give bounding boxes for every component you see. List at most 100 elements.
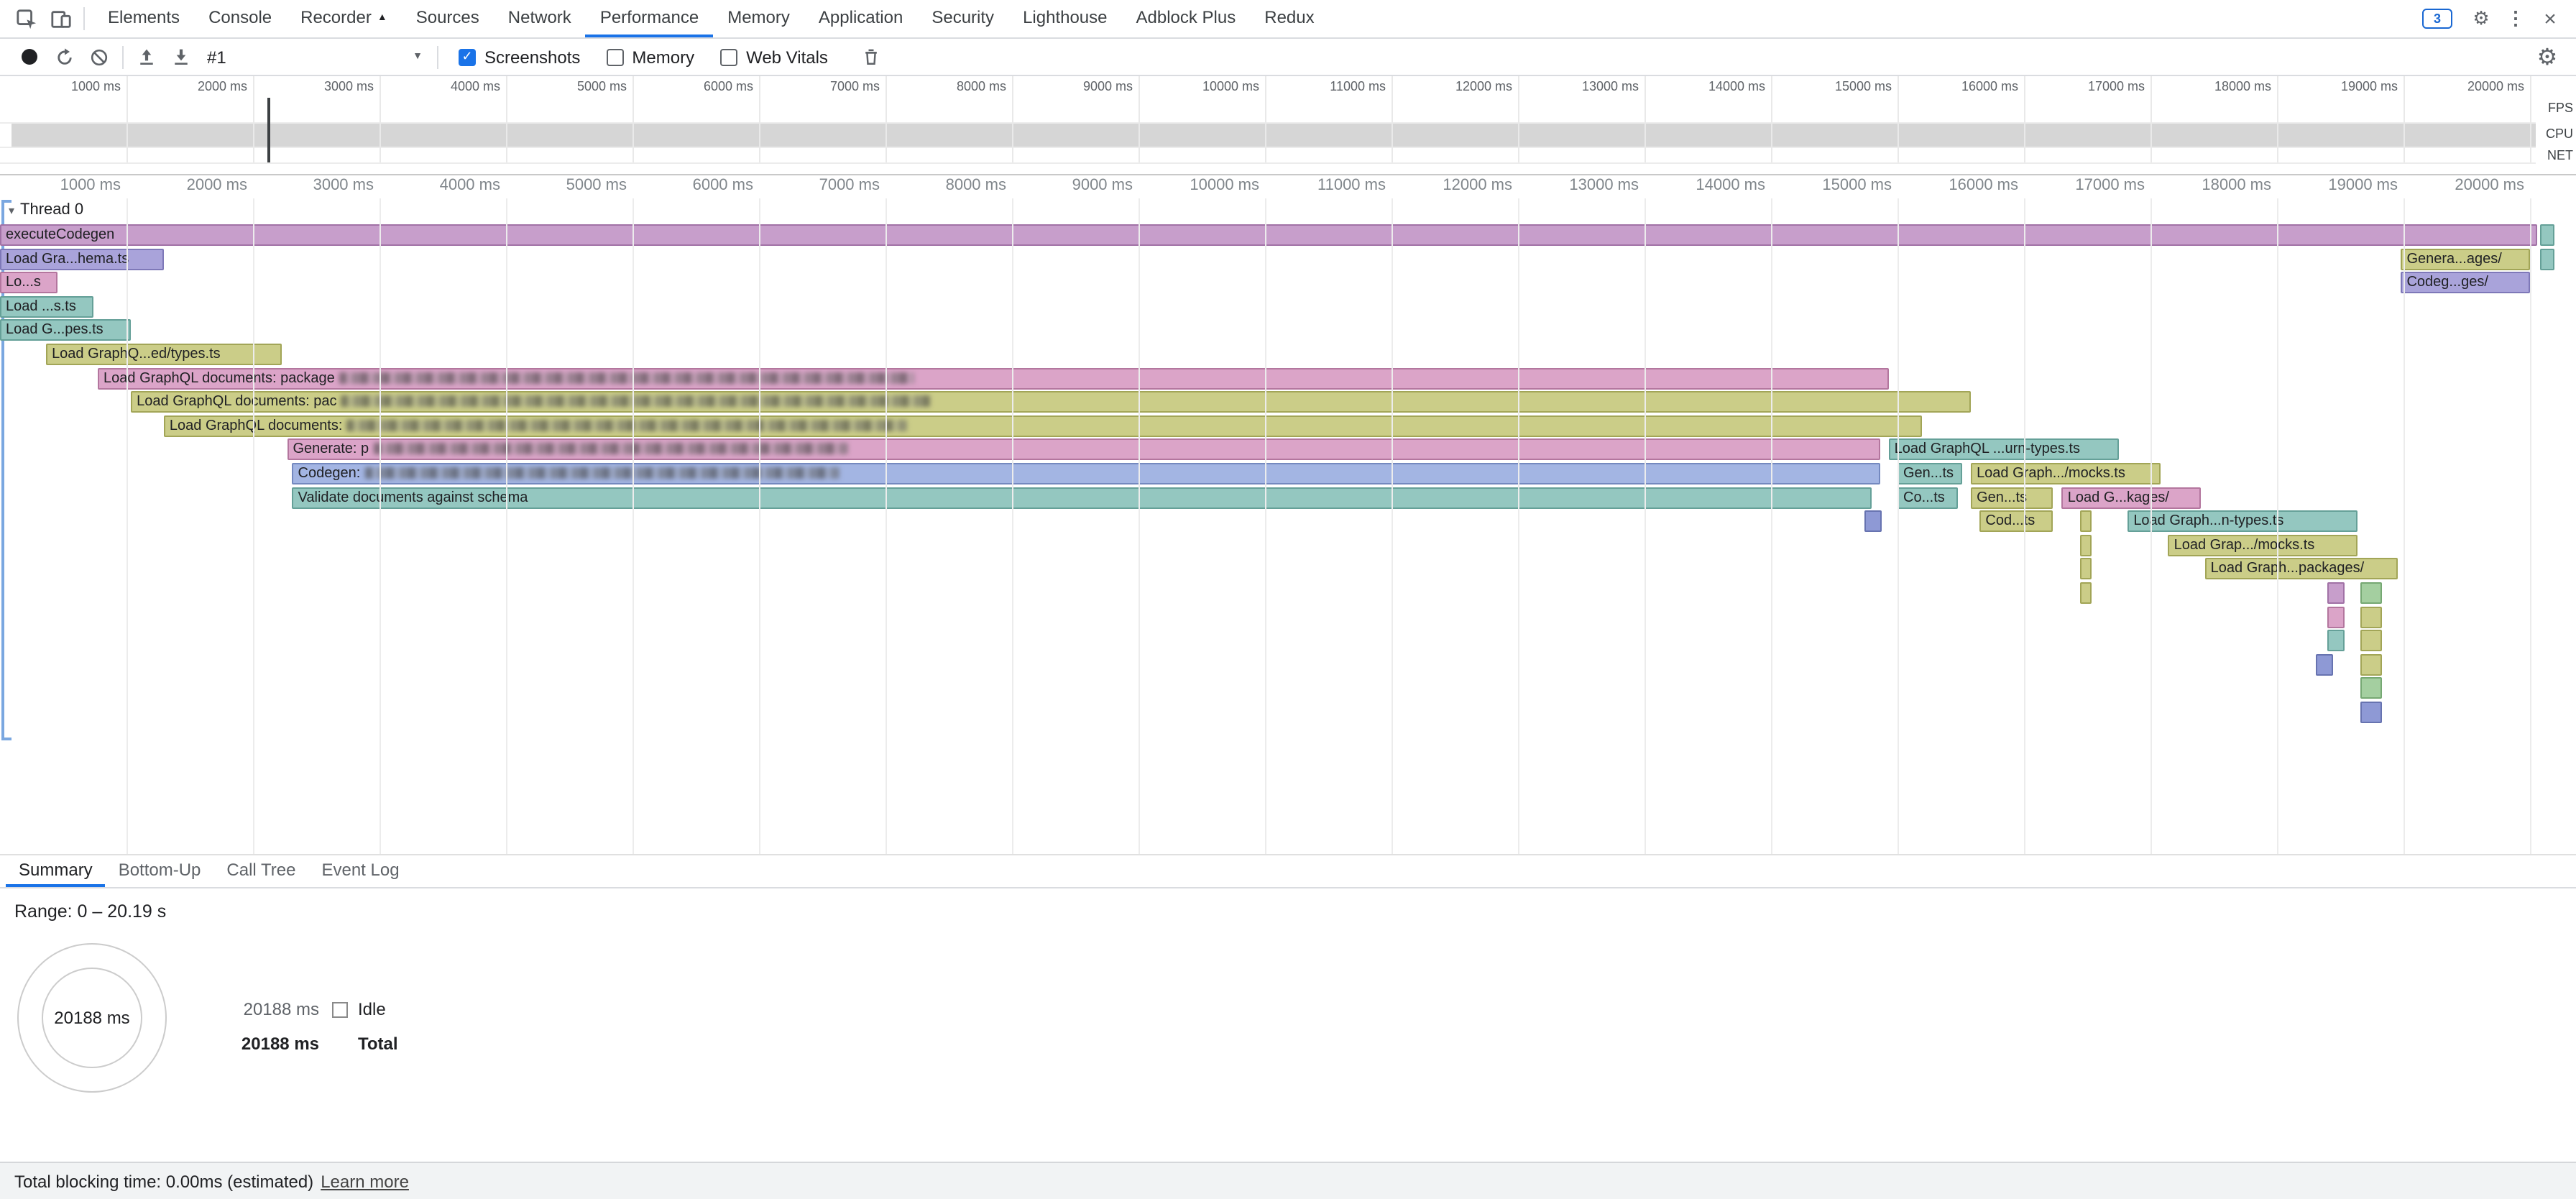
save-profile-icon[interactable] xyxy=(164,40,198,74)
profile-select[interactable]: #1 ▼ xyxy=(207,47,423,67)
flame-block[interactable] xyxy=(2327,630,2344,651)
time-tick-label: 7000 ms xyxy=(785,177,880,194)
time-tick-label: 11000 ms xyxy=(1291,79,1386,93)
flame-block[interactable] xyxy=(2327,582,2344,604)
drawer-tab-bottom-up[interactable]: Bottom-Up xyxy=(106,855,214,887)
learn-more-link[interactable]: Learn more xyxy=(321,1171,409,1191)
flame-bar[interactable]: Co...ts xyxy=(1898,487,1958,509)
profile-select-value: #1 xyxy=(207,47,226,67)
legend-swatch xyxy=(332,1001,348,1017)
settings-gear-icon[interactable]: ⚙ xyxy=(2464,1,2498,36)
drawer-tab-summary[interactable]: Summary xyxy=(6,855,106,887)
devtools-tabbar: ElementsConsoleRecorder▲SourcesNetworkPe… xyxy=(0,0,2576,39)
checkbox-web-vitals[interactable]: Web Vitals xyxy=(720,47,828,67)
gridline xyxy=(1265,198,1266,854)
flame-bar-label: Load Gra...hema.ts xyxy=(6,252,129,267)
tab-lighthouse[interactable]: Lighthouse xyxy=(1008,0,1121,37)
flame-bar[interactable]: Load Graph...packages/ xyxy=(2205,558,2398,579)
flame-bar[interactable]: Load GraphQL documents: xyxy=(164,415,1922,437)
flame-bar[interactable]: Validate documents against schema xyxy=(293,487,1872,509)
tab-network[interactable]: Network xyxy=(494,0,586,37)
console-messages-badge[interactable]: 3 xyxy=(2422,9,2452,29)
load-profile-icon[interactable] xyxy=(129,40,164,74)
flame-bar[interactable]: Cod...ts xyxy=(1979,510,2053,532)
flame-bar[interactable]: Codegen: xyxy=(293,463,1880,484)
time-tick-label: 14000 ms xyxy=(1670,79,1765,93)
flame-bar[interactable]: Genera...ages/ xyxy=(2401,249,2530,270)
reload-and-record-icon[interactable] xyxy=(47,40,82,74)
flame-bar[interactable]: Load GraphQL documents: pac xyxy=(131,391,1971,413)
delete-recording-icon[interactable] xyxy=(854,40,888,74)
clear-icon[interactable] xyxy=(82,40,116,74)
flame-block[interactable] xyxy=(2360,582,2382,604)
flame-bar[interactable]: Load Graph.../mocks.ts xyxy=(1971,463,2161,484)
tab-elements[interactable]: Elements xyxy=(93,0,194,37)
gridline xyxy=(1138,198,1140,854)
flame-bar-label: Load Graph.../mocks.ts xyxy=(1977,466,2125,482)
flame-bar[interactable]: Load Grap.../mocks.ts xyxy=(2168,535,2358,556)
flame-bar[interactable]: Gen...ts xyxy=(1971,487,2053,509)
flame-block[interactable] xyxy=(2327,607,2344,628)
flame-block[interactable] xyxy=(2079,582,2091,604)
capture-settings-gear-icon[interactable]: ⚙ xyxy=(2530,40,2564,74)
flame-block[interactable] xyxy=(2317,654,2333,676)
flame-block[interactable] xyxy=(2360,607,2382,628)
tab-console[interactable]: Console xyxy=(194,0,286,37)
gridline xyxy=(253,76,254,162)
tab-security[interactable]: Security xyxy=(917,0,1008,37)
divider xyxy=(437,45,438,68)
flame-bar[interactable]: Load Gra...hema.ts xyxy=(0,249,164,270)
thread-header[interactable]: ▾ Thread 0 xyxy=(9,201,83,219)
flame-block[interactable] xyxy=(2360,630,2382,651)
flame-block[interactable] xyxy=(2360,677,2382,699)
tab-adblock-plus[interactable]: Adblock Plus xyxy=(1122,0,1251,37)
inspect-element-icon[interactable] xyxy=(9,1,43,36)
flame-bar[interactable]: Codeg...ges/ xyxy=(2401,272,2530,293)
flame-bar-label: Validate documents against schema xyxy=(298,490,528,506)
tab-application[interactable]: Application xyxy=(804,0,917,37)
flame-bar[interactable]: Lo...s xyxy=(0,272,58,293)
tab-recorder[interactable]: Recorder▲ xyxy=(286,0,402,37)
flame-block[interactable] xyxy=(2540,224,2554,246)
tab-label: Adblock Plus xyxy=(1136,7,1236,27)
gridline xyxy=(1392,198,1393,854)
flame-block[interactable] xyxy=(1864,510,1881,532)
record-button[interactable] xyxy=(22,49,37,65)
close-devtools-icon[interactable]: × xyxy=(2533,1,2567,36)
flame-bar-label: Load Graph...n-types.ts xyxy=(2133,513,2283,529)
timeline-overview[interactable]: 1000 ms2000 ms3000 ms4000 ms5000 ms6000 … xyxy=(0,76,2576,175)
flame-chart[interactable]: 1000 ms2000 ms3000 ms4000 ms5000 ms6000 … xyxy=(0,175,2576,854)
drawer-tab-call-tree[interactable]: Call Tree xyxy=(213,855,308,887)
flame-bar[interactable]: Load ...s.ts xyxy=(0,296,93,318)
flame-bar[interactable]: Load GraphQL ...urn-types.ts xyxy=(1889,438,2119,460)
flame-block[interactable] xyxy=(2079,510,2091,532)
flame-bar[interactable]: Generate: p xyxy=(288,438,1880,460)
flame-block[interactable] xyxy=(2079,535,2091,556)
flame-bar[interactable]: Load GraphQL documents: package xyxy=(98,368,1889,390)
tab-redux[interactable]: Redux xyxy=(1250,0,1328,37)
flame-bar[interactable]: Load G...pes.ts xyxy=(0,319,131,341)
flame-block[interactable] xyxy=(2360,654,2382,676)
flame-block[interactable] xyxy=(2079,558,2091,579)
tab-label: Security xyxy=(932,7,994,27)
tab-memory[interactable]: Memory xyxy=(713,0,804,37)
flame-block[interactable] xyxy=(2360,702,2382,723)
flame-block[interactable] xyxy=(2540,249,2554,270)
tab-performance[interactable]: Performance xyxy=(586,0,713,37)
gridline xyxy=(2150,76,2152,162)
tab-sources[interactable]: Sources xyxy=(402,0,494,37)
flame-bar[interactable]: Gen...ts xyxy=(1898,463,1962,484)
checkbox-screenshots[interactable]: ✓Screenshots xyxy=(459,47,580,67)
checkbox-memory[interactable]: Memory xyxy=(606,47,694,67)
device-toolbar-icon[interactable] xyxy=(43,1,78,36)
time-tick-label: 2000 ms xyxy=(152,79,247,93)
flame-bar-label: Gen...ts xyxy=(1977,490,2027,506)
flame-bar[interactable]: Load G...kages/ xyxy=(2062,487,2202,509)
more-options-icon[interactable]: ⋮ xyxy=(2498,1,2533,36)
flame-bar-label: Load Grap.../mocks.ts xyxy=(2174,538,2315,553)
flame-bar[interactable]: Load Graph...n-types.ts xyxy=(2128,510,2358,532)
blocking-time-text: Total blocking time: 0.00ms (estimated) xyxy=(14,1171,313,1191)
checkbox-label: Memory xyxy=(632,47,694,67)
drawer-tab-event-log[interactable]: Event Log xyxy=(308,855,412,887)
flame-bar[interactable]: Load GraphQ...ed/types.ts xyxy=(46,344,282,365)
